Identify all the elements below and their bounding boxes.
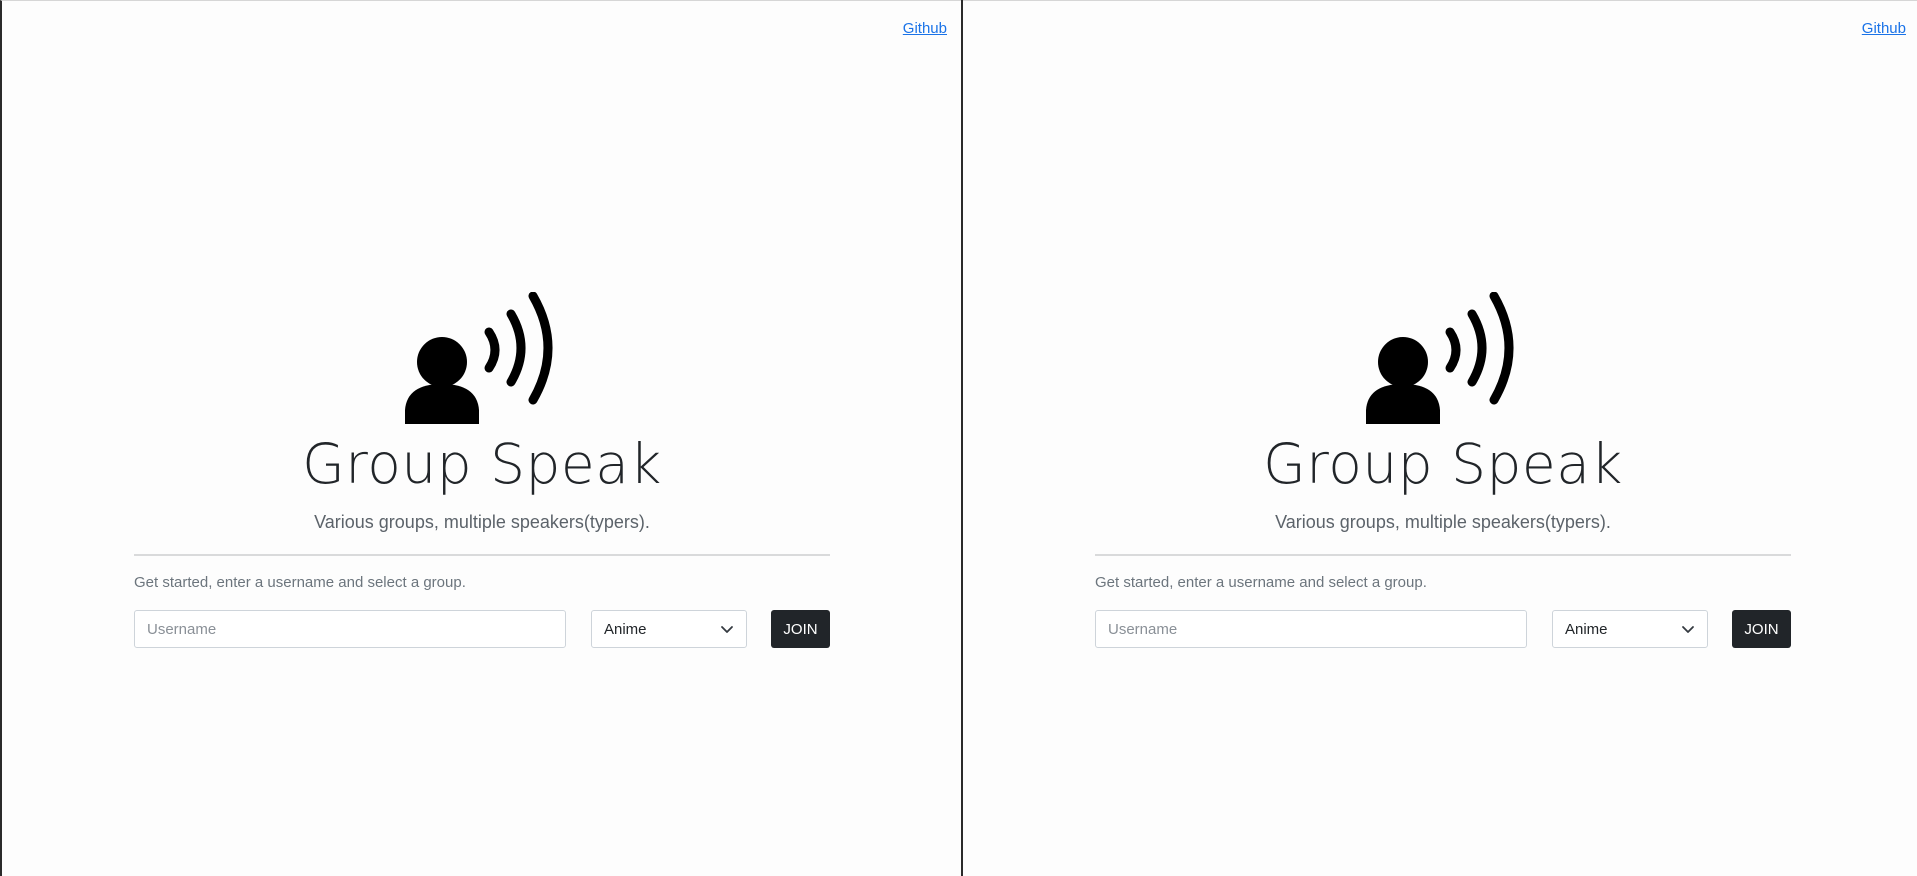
divider-rule xyxy=(1095,554,1791,556)
chevron-down-icon xyxy=(1682,626,1694,633)
group-select-value: Anime xyxy=(604,620,647,638)
chevron-down-icon xyxy=(721,626,733,633)
page-subtitle: Various groups, multiple speakers(typers… xyxy=(1275,512,1611,532)
person-speaking-icon xyxy=(1366,292,1514,424)
username-input[interactable] xyxy=(1095,610,1527,648)
username-input[interactable] xyxy=(134,610,566,648)
divider-rule xyxy=(134,554,830,556)
page-title: Group Speak xyxy=(302,432,662,496)
group-select-value: Anime xyxy=(1565,620,1608,638)
instructions-text: Get started, enter a username and select… xyxy=(134,574,466,591)
split-screen: Github Group Speak Various groups, multi… xyxy=(0,0,1917,876)
join-form: Anime JOIN xyxy=(134,610,830,648)
group-select[interactable]: Anime xyxy=(1552,610,1708,648)
right-browser-pane: Github Group Speak Various groups, multi… xyxy=(963,0,1917,876)
page-title: Group Speak xyxy=(1263,432,1623,496)
instructions-text: Get started, enter a username and select… xyxy=(1095,574,1427,591)
person-speaking-icon xyxy=(405,292,553,424)
left-browser-pane: Github Group Speak Various groups, multi… xyxy=(0,0,961,876)
github-link[interactable]: Github xyxy=(903,20,947,37)
join-button[interactable]: JOIN xyxy=(771,610,830,648)
github-link[interactable]: Github xyxy=(1862,20,1906,37)
join-form: Anime JOIN xyxy=(1095,610,1791,648)
join-button[interactable]: JOIN xyxy=(1732,610,1791,648)
page-subtitle: Various groups, multiple speakers(typers… xyxy=(314,512,650,532)
group-select[interactable]: Anime xyxy=(591,610,747,648)
